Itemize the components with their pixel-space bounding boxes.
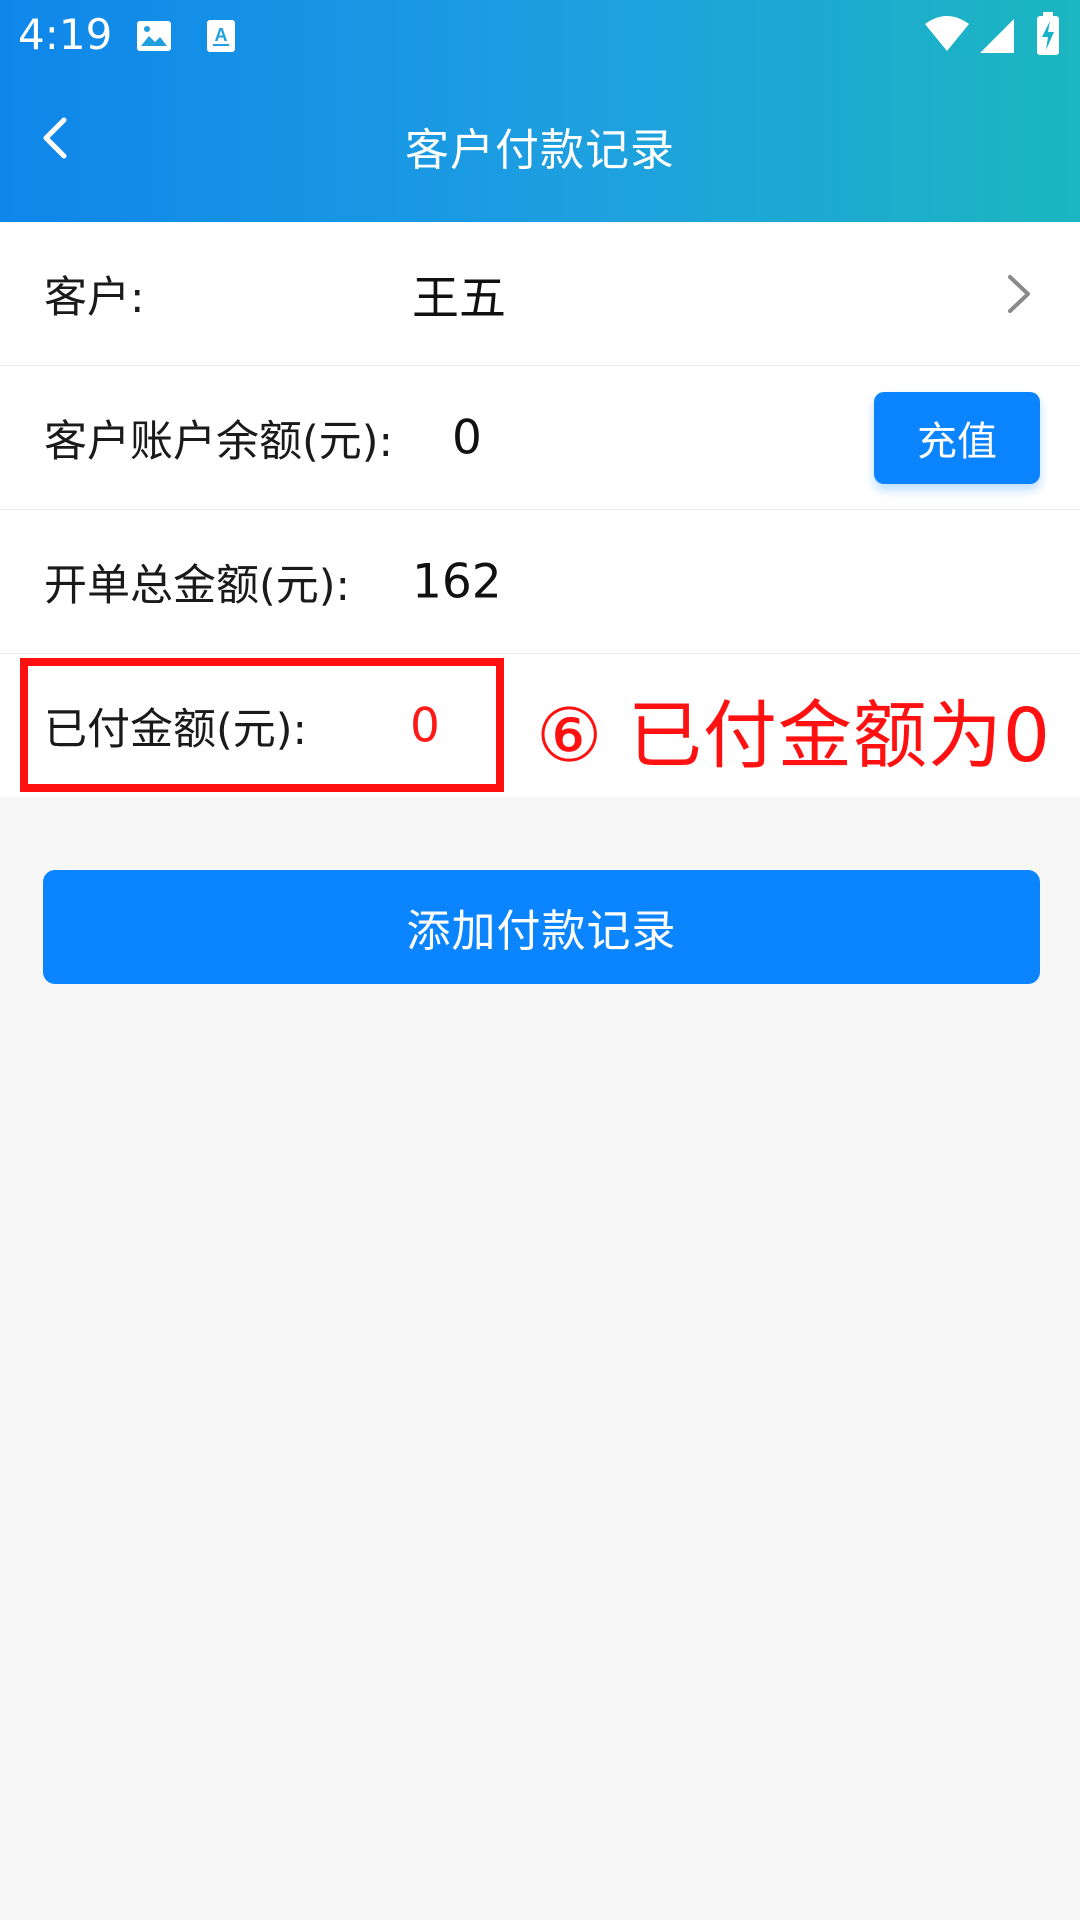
balance-label: 客户账户余额(元):	[44, 416, 394, 467]
customer-value: 王五	[412, 271, 506, 326]
page-title: 客户付款记录	[405, 125, 675, 176]
total-amount-row: 开单总金额(元): 162	[0, 510, 1080, 654]
recharge-button[interactable]: 充值	[874, 391, 1040, 484]
balance-row: 客户账户余额(元): 0 充值	[0, 366, 1080, 510]
image-icon	[137, 21, 171, 51]
customer-row[interactable]: 客户: 王五	[0, 222, 1080, 366]
total-amount-label: 开单总金额(元):	[44, 560, 351, 611]
add-payment-record-button[interactable]: 添加付款记录	[43, 870, 1040, 984]
status-time: 4:19	[18, 10, 113, 59]
wifi-icon	[925, 16, 969, 51]
battery-charging-icon	[1037, 12, 1059, 55]
signal-icon	[980, 19, 1014, 53]
app-header: 4:19 A 客户付款记录	[0, 0, 1080, 222]
total-amount-value: 162	[412, 554, 502, 609]
customer-label: 客户:	[44, 272, 145, 323]
chevron-right-icon[interactable]	[1004, 271, 1034, 317]
status-bar: 4:19 A	[0, 0, 1080, 72]
highlight-annotation-box	[20, 658, 504, 792]
svg-text:A: A	[215, 25, 228, 45]
a-letter-icon: A	[207, 20, 235, 52]
annotation-label: ⑥ 已付金额为0	[536, 693, 1051, 779]
balance-value: 0	[452, 410, 482, 465]
